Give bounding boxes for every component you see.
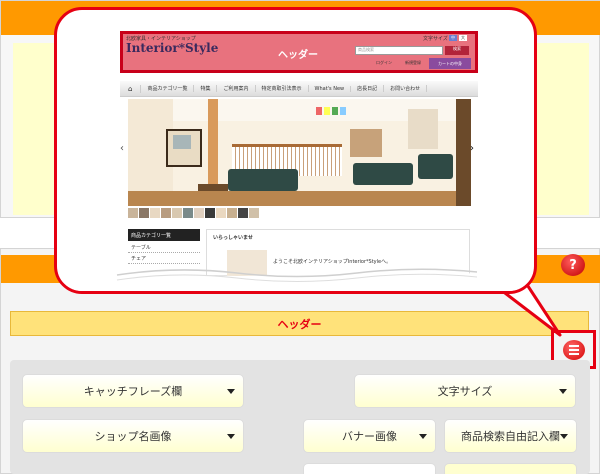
home-icon[interactable]: ⌂ — [120, 84, 142, 93]
preview-nav-item[interactable]: お問い合わせ — [384, 85, 428, 92]
preview-nav-item[interactable]: What's New — [309, 85, 352, 92]
preview-sidebar-item[interactable]: テーブル — [128, 243, 200, 253]
chevron-down-icon — [559, 389, 567, 394]
shop-name-image-dropdown[interactable]: ショップ名画像 — [22, 419, 244, 453]
hero-image — [128, 99, 471, 206]
product-search-free-dropdown-label: 商品検索自由記入欄 — [461, 430, 560, 443]
product-search-free-dropdown[interactable]: 商品検索自由記入欄 — [444, 419, 577, 453]
catchphrase-dropdown-label: キャッチフレーズ欄 — [83, 385, 183, 398]
preview-font-size-label: 文字サイズ — [423, 36, 448, 42]
preview-nav: ⌂ 商品カテゴリ一覧 特集 ご利用案内 特定商取引法表示 What's New … — [120, 81, 478, 97]
preview-register-link[interactable]: 新規登録 — [405, 60, 421, 66]
chevron-down-icon — [227, 389, 235, 394]
slider-thumb[interactable] — [249, 208, 259, 218]
catchphrase-dropdown[interactable]: キャッチフレーズ欄 — [22, 374, 244, 408]
slider-prev-arrow[interactable]: ‹ — [120, 143, 124, 154]
partial-box-right — [444, 463, 577, 474]
slider-thumb[interactable] — [161, 208, 171, 218]
preview-nav-item[interactable]: 商品カテゴリ一覧 — [141, 85, 195, 92]
preview-header: 北欧家具・インテリアショップ Interior*Style ヘッダー 文字サイズ… — [120, 31, 478, 73]
chevron-down-icon — [560, 434, 568, 439]
slider-thumb[interactable] — [150, 208, 160, 218]
help-icon-glyph: ? — [569, 257, 577, 273]
preview-login-link[interactable]: ログイン — [376, 60, 392, 66]
preview-nav-item[interactable]: 特集 — [194, 85, 218, 92]
preview-bubble: 北欧家具・インテリアショップ Interior*Style ヘッダー 文字サイズ… — [54, 7, 537, 294]
shop-name-image-dropdown-label: ショップ名画像 — [94, 430, 172, 443]
preview-font-size-medium[interactable]: 中 — [449, 35, 457, 41]
preview-font-size-large[interactable]: 大 — [459, 35, 467, 41]
banner-image-dropdown-label: バナー画像 — [342, 430, 397, 443]
preview-welcome-title: いらっしゃいませ — [213, 235, 253, 241]
slider-thumb[interactable] — [139, 208, 149, 218]
preview-nav-item[interactable]: 特定商取引法表示 — [256, 85, 309, 92]
preview-logo: Interior*Style — [126, 41, 219, 55]
slider-thumb[interactable] — [172, 208, 182, 218]
slider-thumb[interactable] — [183, 208, 193, 218]
preview-nav-item[interactable]: 店長日記 — [351, 85, 385, 92]
slider-thumb[interactable] — [194, 208, 204, 218]
slider-thumb[interactable] — [128, 208, 138, 218]
slider-thumb[interactable] — [216, 208, 226, 218]
partial-box-left — [303, 463, 436, 474]
font-size-dropdown-label: 文字サイズ — [437, 385, 493, 398]
preview-sidebar-item-label: テーブル — [131, 245, 151, 251]
preview-search-button[interactable]: 検索 — [445, 46, 469, 55]
header-section-label: ヘッダー — [277, 317, 322, 331]
preview-header-label: ヘッダー — [278, 50, 318, 61]
slider-thumb[interactable] — [238, 208, 248, 218]
font-size-dropdown[interactable]: 文字サイズ — [354, 374, 576, 408]
slider-thumb[interactable] — [205, 208, 215, 218]
preview-sidebar-title: 商品カテゴリ一覧 — [128, 229, 200, 241]
slider-thumb[interactable] — [227, 208, 237, 218]
preview-screenshot: 北欧家具・インテリアショップ Interior*Style ヘッダー 文字サイズ… — [120, 31, 478, 276]
chevron-down-icon — [419, 434, 427, 439]
banner-image-dropdown[interactable]: バナー画像 — [303, 419, 436, 453]
torn-edge — [57, 267, 534, 291]
preview-cart-button[interactable]: カートの中身 — [429, 58, 471, 69]
preview-nav-item[interactable]: ご利用案内 — [217, 85, 256, 92]
help-icon[interactable]: ? — [561, 254, 585, 276]
chevron-down-icon — [227, 434, 235, 439]
preview-search-input[interactable]: 商品検索 — [355, 46, 443, 55]
